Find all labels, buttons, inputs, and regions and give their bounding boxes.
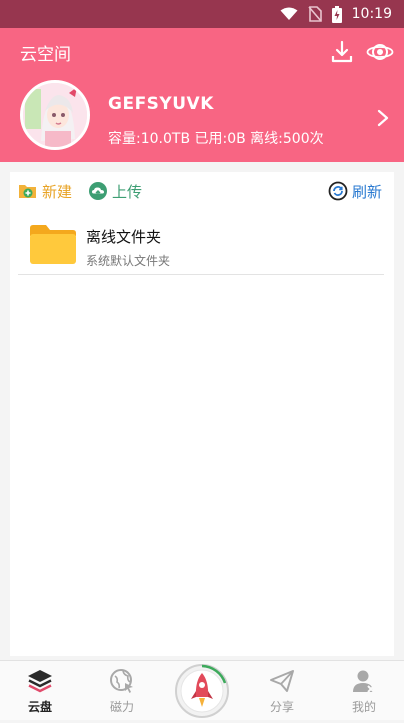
bottom-navigation: 云盘 磁力 分享 我的	[0, 660, 404, 720]
avatar-image-icon	[23, 83, 87, 147]
nav-label: 云盘	[27, 700, 52, 714]
chevron-right-icon[interactable]	[376, 108, 390, 128]
new-label: 新建	[42, 182, 73, 201]
planet-icon	[366, 44, 394, 60]
file-panel: 新建 上传 刷新 离线文件夹 系统默认文件夹	[10, 172, 394, 656]
nav-share[interactable]: 分享	[252, 665, 312, 719]
folder-name: 离线文件夹	[86, 228, 162, 246]
status-time: 10:19	[351, 6, 392, 22]
layers-icon	[28, 670, 52, 693]
nav-cloud-disk[interactable]: 云盘	[10, 665, 70, 719]
user-icon	[353, 670, 375, 693]
list-item[interactable]: 离线文件夹 系统默认文件夹	[18, 216, 384, 275]
nav-magnet[interactable]: 磁力	[92, 665, 152, 719]
file-toolbar: 新建 上传 刷新	[10, 172, 394, 208]
download-button[interactable]	[328, 38, 356, 66]
nav-label: 分享	[269, 700, 294, 714]
refresh-label: 刷新	[352, 182, 383, 201]
nav-mine[interactable]: 我的	[334, 665, 394, 719]
wifi-icon	[280, 7, 298, 20]
rocket-icon	[175, 664, 229, 718]
download-icon	[331, 40, 353, 63]
upload-label: 上传	[112, 182, 143, 201]
nav-label: 磁力	[109, 700, 134, 714]
upload-button[interactable]: 上传	[88, 180, 142, 202]
new-folder-button[interactable]: 新建	[18, 180, 72, 202]
header: 云空间 GEFSYUVK 容量:10.0TB 已用:0B 离线:500次	[0, 28, 404, 162]
status-bar: 10:19	[0, 0, 404, 28]
battery-charging-icon	[331, 5, 342, 23]
globe-cursor-icon	[110, 669, 133, 693]
avatar[interactable]	[20, 80, 90, 150]
no-sim-icon	[308, 6, 322, 22]
paper-plane-icon	[270, 670, 294, 692]
upload-cloud-icon	[89, 182, 107, 200]
new-folder-icon	[19, 185, 36, 198]
storage-quota: 容量:10.0TB 已用:0B 离线:500次	[108, 131, 324, 147]
username: GEFSYUVK	[108, 94, 214, 114]
nav-label: 我的	[351, 700, 376, 714]
page-title: 云空间	[20, 45, 71, 65]
theme-button[interactable]	[366, 38, 394, 66]
nav-rocket-button[interactable]	[174, 663, 230, 719]
folder-description: 系统默认文件夹	[86, 254, 171, 268]
refresh-icon	[328, 181, 348, 201]
folder-icon	[30, 225, 76, 264]
refresh-button[interactable]: 刷新	[328, 180, 382, 202]
